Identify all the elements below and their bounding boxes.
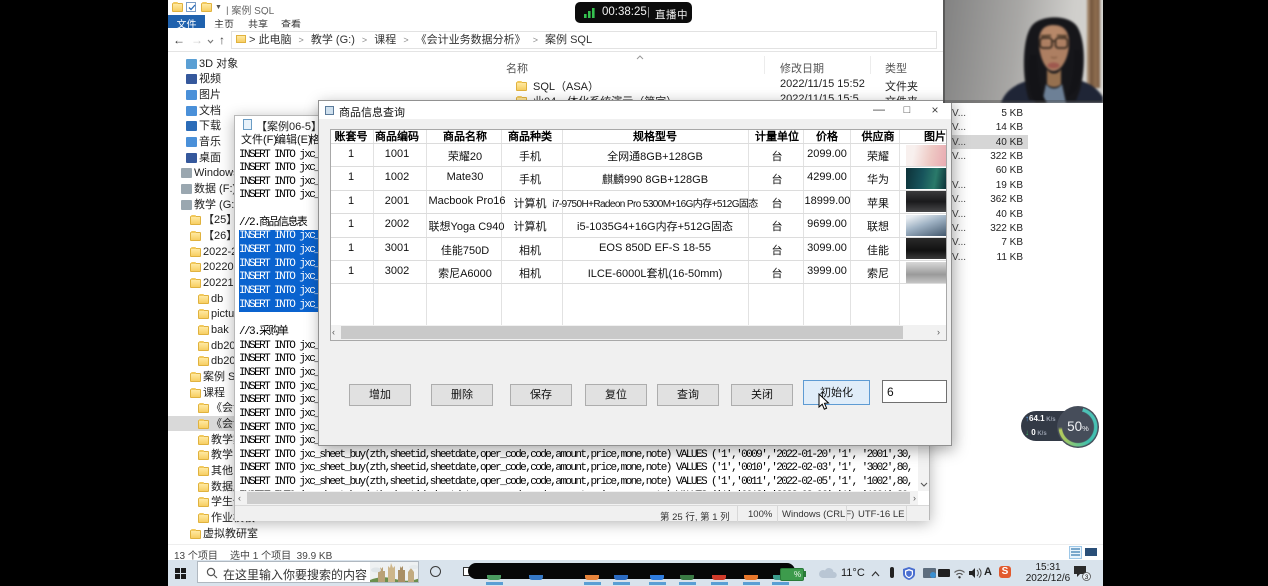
svg-text:3: 3 <box>1085 574 1089 581</box>
